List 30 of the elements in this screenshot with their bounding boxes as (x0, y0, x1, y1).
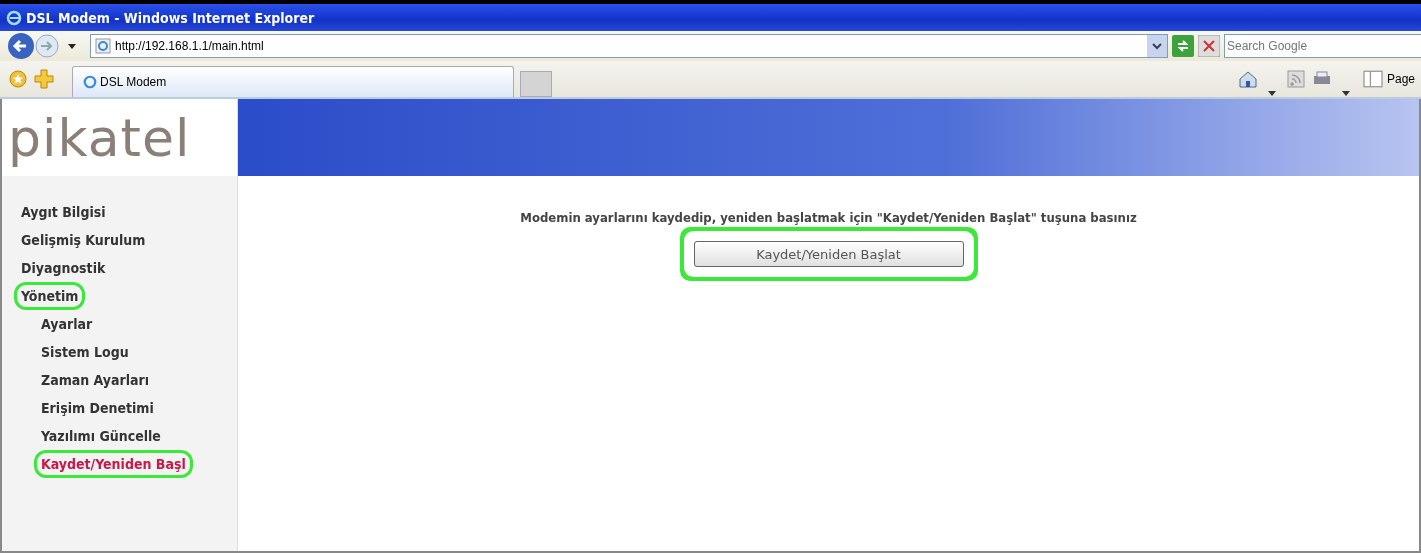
sidebar-item[interactable]: Gelişmiş Kurulum (14, 226, 153, 254)
sidebar-item[interactable]: Yönetim (14, 282, 86, 310)
instruction-text: Modemin ayarlarını kaydedip, yeniden başlatmak için "Kaydet/Yeniden Başlat" tuşuna basınız (520, 210, 1137, 225)
sidebar-item[interactable]: Kaydet/Yeniden Başl (34, 450, 193, 478)
window-title: DSL Modem - Windows Internet Explorer (26, 9, 315, 26)
forward-button-icon[interactable] (34, 33, 60, 59)
refresh-icon[interactable] (1172, 35, 1194, 57)
sidebar-item[interactable]: Sistem Logu (34, 338, 136, 366)
stop-icon[interactable] (1198, 35, 1220, 57)
sidebar-item[interactable]: Aygıt Bilgisi (14, 198, 113, 226)
browser-logo-icon (6, 9, 22, 26)
dropdown-arrow-icon[interactable] (1267, 89, 1276, 97)
sidebar-item[interactable]: Ayarlar (34, 310, 100, 338)
back-button-icon[interactable] (6, 31, 36, 61)
search-field[interactable]: Search Google (1224, 34, 1421, 58)
page-menu-button[interactable]: Page (1359, 70, 1421, 88)
sidebar-item[interactable]: Erişim Denetimi (34, 394, 161, 422)
sidebar-item[interactable]: Diyagnostik (14, 254, 113, 282)
browser-tab[interactable]: DSL Modem (72, 66, 514, 97)
sidebar-item[interactable]: Zaman Ayarları (34, 366, 157, 394)
feed-icon[interactable] (1285, 69, 1306, 89)
sidebar-item[interactable]: Yazılımı Güncelle (34, 422, 168, 450)
dropdown-arrow-icon[interactable] (68, 42, 76, 50)
page-icon (95, 38, 111, 54)
page-icon (1361, 70, 1384, 88)
home-icon[interactable] (1237, 69, 1258, 89)
browser-logo-icon (83, 75, 97, 89)
add-favorite-icon[interactable] (34, 69, 54, 89)
dropdown-arrow-icon[interactable] (1341, 89, 1350, 97)
address-field[interactable]: http://192.168.1.1/main.html (90, 34, 1168, 58)
